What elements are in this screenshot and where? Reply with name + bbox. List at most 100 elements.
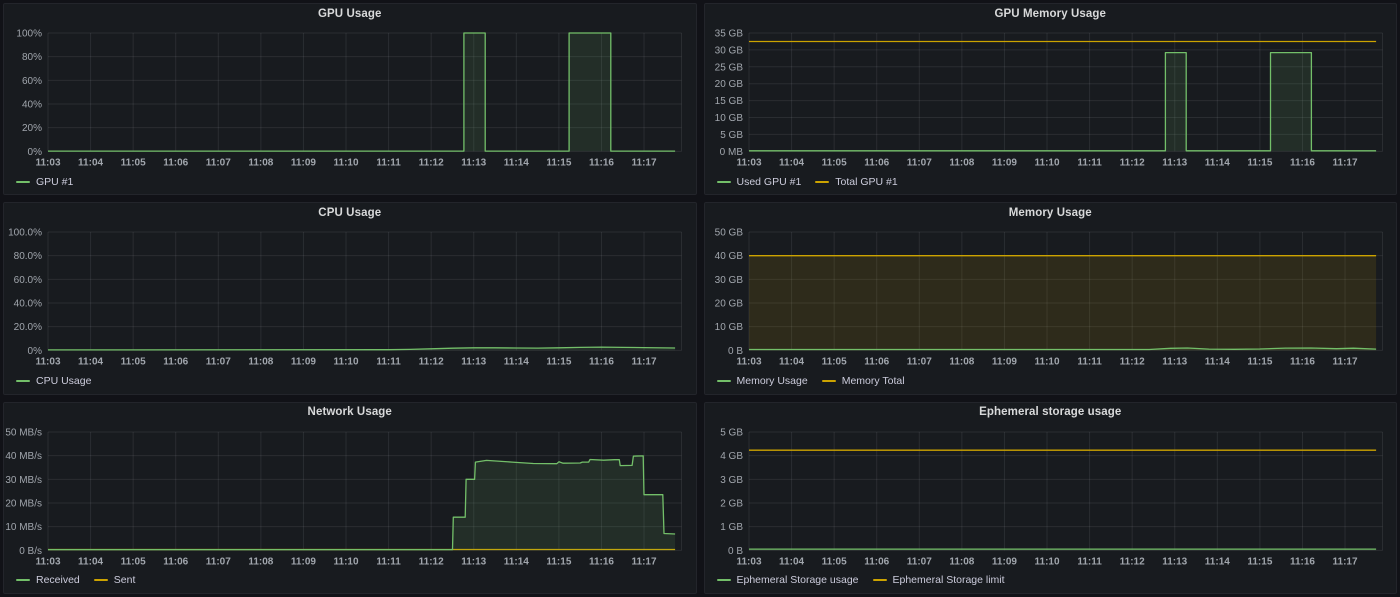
x-axis-tick-label: 11:15 (546, 357, 571, 368)
legend-cpu-usage: CPU Usage (4, 373, 696, 394)
legend-item-used-gpu-1[interactable]: Used GPU #1 (717, 176, 802, 188)
legend-item-memory-usage[interactable]: Memory Usage (717, 375, 808, 387)
x-axis-tick-label: 11:09 (991, 556, 1016, 567)
network-usage-chart[interactable]: 0 B/s10 MB/s20 MB/s30 MB/s40 MB/s50 MB/s… (4, 422, 696, 572)
legend-network-usage: Received Sent (4, 572, 696, 593)
x-axis-tick-label: 11:03 (35, 157, 60, 168)
x-axis-tick-label: 11:13 (461, 556, 486, 567)
x-axis-tick-label: 11:07 (206, 157, 231, 168)
y-axis-tick-label: 5 GB (720, 130, 743, 141)
x-axis-tick-label: 11:06 (864, 357, 889, 368)
panel-title: CPU Usage (318, 207, 381, 219)
x-axis-tick-label: 11:12 (1119, 556, 1144, 567)
x-axis-tick-label: 11:10 (1034, 556, 1059, 567)
x-axis-tick-label: 11:10 (334, 157, 359, 168)
y-axis-tick-label: 40 MB/s (5, 451, 42, 462)
legend-item-gpu-1[interactable]: GPU #1 (16, 176, 73, 188)
x-axis-tick-label: 11:16 (589, 357, 614, 368)
y-axis-tick-label: 60% (22, 76, 42, 87)
x-axis-tick-label: 11:08 (248, 357, 273, 368)
x-axis-tick-label: 11:14 (1204, 157, 1229, 168)
legend-label: Memory Usage (737, 375, 808, 387)
x-axis-tick-label: 11:05 (121, 157, 146, 168)
x-axis-tick-label: 11:16 (1289, 157, 1314, 168)
y-axis-tick-label: 25 GB (714, 62, 743, 73)
series-color-dash-icon (717, 181, 731, 183)
gpu-memory-usage-chart[interactable]: 0 MB5 GB10 GB15 GB20 GB25 GB30 GB35 GB11… (705, 23, 1397, 173)
legend-label: Sent (114, 574, 136, 586)
legend-label: Ephemeral Storage limit (893, 574, 1005, 586)
x-axis-tick-label: 11:08 (248, 556, 273, 567)
y-axis-tick-label: 80.0% (14, 251, 42, 262)
panel-header-network-usage[interactable]: Network Usage (4, 403, 696, 422)
x-axis-tick-label: 11:07 (906, 157, 931, 168)
y-axis-tick-label: 35 GB (714, 29, 743, 40)
legend-item-memory-total[interactable]: Memory Total (822, 375, 905, 387)
memory-usage-chart[interactable]: 0 B10 GB20 GB30 GB40 GB50 GB11:0311:0411… (705, 222, 1397, 372)
legend-item-ephemeral-storage-usage[interactable]: Ephemeral Storage usage (717, 574, 859, 586)
x-axis-tick-label: 11:09 (291, 357, 316, 368)
panel-header-gpu-usage[interactable]: GPU Usage (4, 4, 696, 23)
y-axis-tick-label: 40.0% (14, 299, 42, 310)
cpu-usage-chart[interactable]: 0%20.0%40.0%60.0%80.0%100.0%11:0311:0411… (4, 222, 696, 372)
x-axis-tick-label: 11:05 (821, 357, 846, 368)
x-axis-tick-label: 11:03 (736, 157, 761, 168)
y-axis-tick-label: 20.0% (14, 322, 42, 333)
x-axis-tick-label: 11:06 (163, 556, 188, 567)
x-axis-tick-label: 11:07 (206, 357, 231, 368)
panel-gpu-memory-usage: GPU Memory Usage 0 MB5 GB10 GB15 GB20 GB… (704, 3, 1398, 195)
x-axis-tick-label: 11:07 (906, 357, 931, 368)
x-axis-tick-label: 11:13 (1162, 357, 1187, 368)
panel-header-memory-usage[interactable]: Memory Usage (705, 203, 1397, 222)
series-color-dash-icon (16, 181, 30, 183)
legend-item-ephemeral-storage-limit[interactable]: Ephemeral Storage limit (873, 574, 1005, 586)
panel-header-cpu-usage[interactable]: CPU Usage (4, 203, 696, 222)
x-axis-tick-label: 11:09 (291, 556, 316, 567)
legend-label: Received (36, 574, 80, 586)
series-color-dash-icon (815, 181, 829, 183)
x-axis-tick-label: 11:11 (1077, 556, 1102, 567)
x-axis-tick-label: 11:05 (821, 157, 846, 168)
legend-label: Used GPU #1 (737, 176, 802, 188)
x-axis-tick-label: 11:05 (821, 556, 846, 567)
series-color-dash-icon (717, 380, 731, 382)
x-axis-tick-label: 11:08 (248, 157, 273, 168)
y-axis-tick-label: 20 GB (714, 79, 743, 90)
y-axis-tick-label: 0 MB (719, 147, 743, 158)
x-axis-tick-label: 11:17 (632, 556, 657, 567)
y-axis-tick-label: 100.0% (8, 228, 42, 239)
y-axis-tick-label: 0 B (727, 545, 742, 556)
panel-title: Memory Usage (1009, 207, 1092, 219)
chart-area-gpu-usage: 0%20%40%60%80%100%11:0311:0411:0511:0611… (4, 23, 696, 173)
ephemeral-storage-usage-chart[interactable]: 0 B1 GB2 GB3 GB4 GB5 GB11:0311:0411:0511… (705, 422, 1397, 572)
x-axis-tick-label: 11:10 (334, 556, 359, 567)
x-axis-tick-label: 11:13 (461, 357, 486, 368)
y-axis-tick-label: 10 GB (714, 113, 743, 124)
y-axis-tick-label: 80% (22, 52, 42, 63)
panel-header-ephemeral-storage-usage[interactable]: Ephemeral storage usage (705, 403, 1397, 422)
y-axis-tick-label: 20 GB (714, 299, 743, 310)
legend-gpu-usage: GPU #1 (4, 173, 696, 194)
gpu-usage-chart[interactable]: 0%20%40%60%80%100%11:0311:0411:0511:0611… (4, 23, 696, 173)
x-axis-tick-label: 11:04 (779, 556, 804, 567)
x-axis-tick-label: 11:11 (1077, 157, 1102, 168)
legend-item-total-gpu-1[interactable]: Total GPU #1 (815, 176, 897, 188)
x-axis-tick-label: 11:03 (736, 357, 761, 368)
legend-item-received[interactable]: Received (16, 574, 80, 586)
x-axis-tick-label: 11:13 (1162, 157, 1187, 168)
chart-area-gpu-memory-usage: 0 MB5 GB10 GB15 GB20 GB25 GB30 GB35 GB11… (705, 23, 1397, 173)
legend-item-sent[interactable]: Sent (94, 574, 136, 586)
y-axis-tick-label: 10 MB/s (5, 522, 42, 533)
x-axis-tick-label: 11:17 (632, 157, 657, 168)
y-axis-tick-label: 4 GB (720, 451, 743, 462)
x-axis-tick-label: 11:09 (991, 357, 1016, 368)
x-axis-tick-label: 11:13 (1162, 556, 1187, 567)
y-axis-tick-label: 2 GB (720, 498, 743, 509)
panel-header-gpu-memory-usage[interactable]: GPU Memory Usage (705, 4, 1397, 23)
series-color-dash-icon (94, 579, 108, 581)
x-axis-tick-label: 11:04 (779, 357, 804, 368)
y-axis-tick-label: 10 GB (714, 322, 743, 333)
x-axis-tick-label: 11:05 (121, 357, 146, 368)
x-axis-tick-label: 11:07 (906, 556, 931, 567)
legend-item-cpu-usage[interactable]: CPU Usage (16, 375, 91, 387)
